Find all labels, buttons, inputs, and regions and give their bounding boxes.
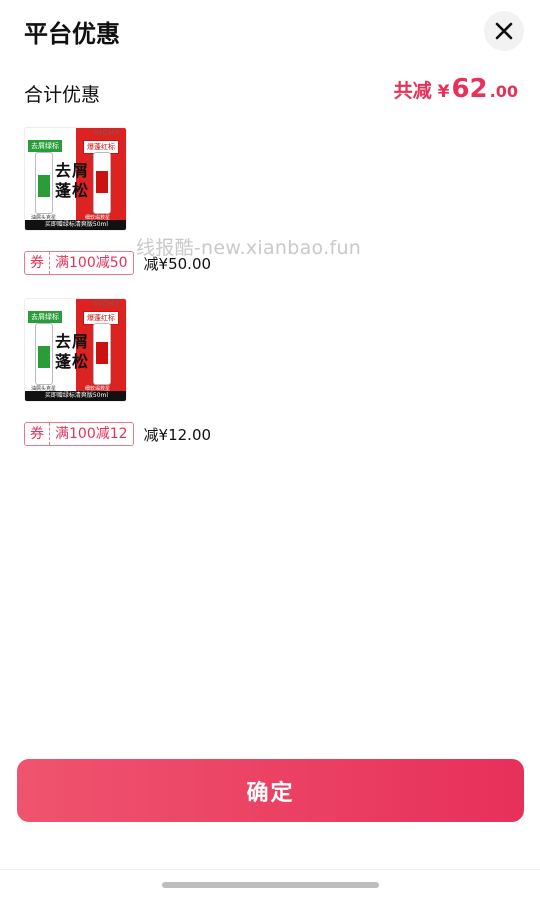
coupon-tag: 券 — [25, 252, 50, 274]
coupon-discount: 减¥12.00 — [143, 425, 212, 444]
close-icon — [495, 22, 513, 40]
thumb-brand: VICHY — [93, 300, 120, 308]
summary-total-integer: 62 — [451, 74, 488, 104]
thumb-tag-left: 去屑绿标 — [28, 140, 62, 152]
thumb-tag-left: 去屑绿标 — [28, 311, 62, 323]
thumb-headline-top: 去屑 — [55, 332, 90, 351]
coupon-badge: 券 满100减12 — [24, 422, 134, 446]
thumb-headline-bottom: 蓬松 — [55, 352, 90, 371]
summary-total: 共减 ¥ 62 .00 — [394, 74, 518, 104]
summary-label: 合计优惠 — [24, 84, 101, 106]
coupon-tag: 券 — [25, 423, 50, 445]
thumb-brand: VICHY — [93, 129, 120, 137]
thumb-footer: 买即赠绿标清爽版50ml — [25, 391, 126, 401]
close-button[interactable] — [484, 11, 524, 51]
summary-currency: ¥ — [437, 82, 450, 102]
page-title: 平台优惠 — [24, 20, 120, 48]
thumb-footer: 买即赠绿标清爽版50ml — [25, 220, 126, 230]
home-indicator[interactable] — [162, 882, 379, 888]
thumb-headline: 去屑 蓬松 — [55, 161, 89, 201]
summary-total-prefix: 共减 — [393, 80, 432, 102]
green-bottle-icon — [35, 323, 53, 385]
confirm-button[interactable]: 确定 — [17, 759, 524, 822]
summary-total-decimal: .00 — [489, 82, 518, 101]
red-bottle-icon — [93, 323, 111, 385]
coupon-badge: 券 满100减50 — [24, 251, 134, 275]
bottom-divider — [0, 869, 540, 870]
coupon-row: 券 满100减12 减¥12.00 — [24, 422, 504, 446]
watermark: 线报酷-new.xianbao.fun — [136, 237, 362, 259]
product-thumbnail: VICHY 去屑绿标 爆蓬红标 去屑 蓬松 油屑头克星 细软塌救星 买即赠绿标清… — [24, 127, 127, 231]
thumb-headline-top: 去屑 — [55, 161, 90, 180]
red-bottle-icon — [93, 152, 111, 214]
thumb-headline: 去屑 蓬松 — [55, 332, 89, 372]
green-bottle-icon — [35, 152, 53, 214]
coupon-rule: 满100减50 — [55, 255, 128, 271]
product-thumbnail: VICHY 去屑绿标 爆蓬红标 去屑 蓬松 油屑头克星 细软塌救星 买即赠绿标清… — [24, 298, 127, 402]
coupon-item: VICHY 去屑绿标 爆蓬红标 去屑 蓬松 油屑头克星 细软塌救星 买即赠绿标清… — [24, 298, 504, 446]
thumb-headline-bottom: 蓬松 — [55, 181, 90, 200]
coupon-rule: 满100减12 — [55, 426, 128, 442]
